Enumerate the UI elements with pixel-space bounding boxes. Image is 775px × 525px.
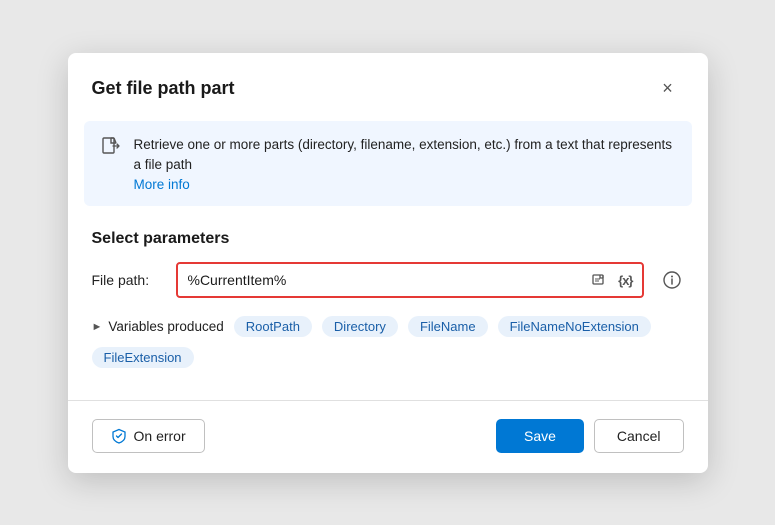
dialog-footer: On error Save Cancel xyxy=(68,400,708,473)
file-path-label: File path: xyxy=(92,272,164,288)
variable-selector-icon[interactable]: {x} xyxy=(615,271,635,290)
file-path-input-wrapper: {x} xyxy=(176,262,644,298)
close-button[interactable]: × xyxy=(652,73,684,105)
variables-produced-label: Variables produced xyxy=(108,319,223,334)
variable-tag-directory: Directory xyxy=(322,316,398,337)
cancel-button[interactable]: Cancel xyxy=(594,419,684,453)
variable-tag-rootpath: RootPath xyxy=(234,316,312,337)
info-banner-content: Retrieve one or more parts (directory, f… xyxy=(134,135,676,193)
dialog-title: Get file path part xyxy=(92,78,235,99)
info-banner-text: Retrieve one or more parts (directory, f… xyxy=(134,137,672,172)
chevron-right-icon[interactable]: ► xyxy=(92,321,103,333)
info-banner: Retrieve one or more parts (directory, f… xyxy=(84,121,692,207)
file-selector-icon[interactable] xyxy=(589,270,611,290)
variable-tag-filename: FileName xyxy=(408,316,488,337)
file-path-row: File path: {x} xyxy=(68,262,708,298)
section-title: Select parameters xyxy=(68,222,708,262)
more-info-link[interactable]: More info xyxy=(134,177,676,192)
footer-right: Save Cancel xyxy=(496,419,684,453)
dialog: Get file path part × Retrieve one or mor… xyxy=(68,53,708,473)
document-icon xyxy=(100,136,122,164)
dialog-header: Get file path part × xyxy=(68,53,708,121)
variable-tag-filenamenoext: FileNameNoExtension xyxy=(498,316,651,337)
variables-produced-row: ► Variables produced RootPath Directory … xyxy=(68,316,708,368)
variables-produced-left: ► Variables produced xyxy=(92,319,224,334)
file-path-input[interactable] xyxy=(188,272,590,288)
shield-icon xyxy=(111,428,127,444)
info-button[interactable] xyxy=(660,269,684,291)
variable-tag-fileextension: FileExtension xyxy=(92,347,194,368)
on-error-label: On error xyxy=(134,428,186,444)
save-button[interactable]: Save xyxy=(496,419,584,453)
on-error-button[interactable]: On error xyxy=(92,419,205,453)
input-icon-group: {x} xyxy=(589,270,635,290)
curly-braces-icon: {x} xyxy=(618,273,632,288)
